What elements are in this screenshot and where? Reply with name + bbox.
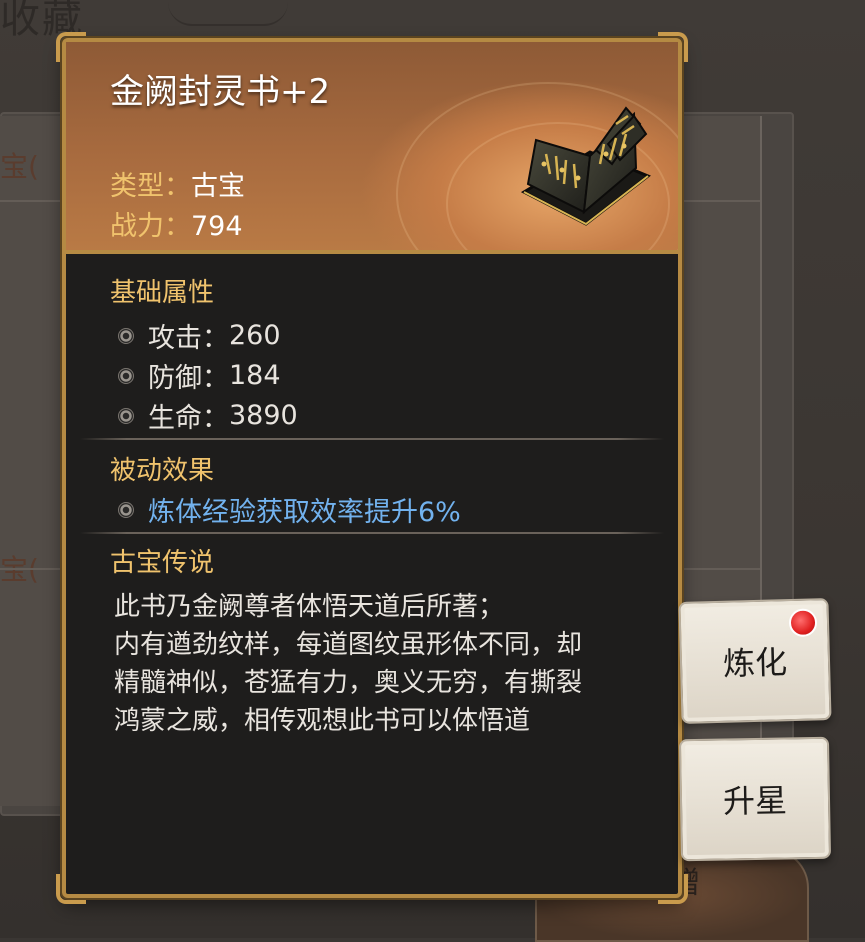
swirl-bullet-icon [118, 501, 134, 518]
stat-row-health: 生命： 3890 [118, 396, 298, 435]
item-tooltip: 金阙封灵书+2 类型：古宝 战力：794 基础属性 攻击： 260 防御： 18… [56, 32, 688, 904]
stat-value: 184 [229, 360, 281, 391]
stat-label: 生命： [148, 403, 229, 434]
ancient-book-icon [520, 106, 651, 226]
item-power: 战力：794 [110, 204, 243, 243]
frame-corner [56, 874, 86, 904]
refine-button[interactable]: 炼化 [678, 598, 832, 724]
title-ornament [168, 2, 288, 26]
refine-button-label: 炼化 [722, 643, 788, 683]
stat-value: 260 [229, 320, 281, 351]
item-type-label: 类型： [110, 171, 191, 202]
item-type: 类型：古宝 [110, 164, 245, 203]
frame-corner [658, 874, 688, 904]
upgrade-star-button-label: 升星 [722, 781, 788, 821]
section-divider [80, 532, 664, 534]
base-stats-title: 基础属性 [110, 278, 215, 308]
lore-text: 此书乃金阙尊者体悟天道后所著； 内有遒劲纹样，每道图纹虽形体不同，却 精髓神似，… [114, 592, 583, 736]
stat-label: 攻击： [148, 323, 229, 354]
swirl-bullet-icon [118, 407, 134, 424]
item-header: 金阙封灵书+2 类型：古宝 战力：794 [66, 42, 678, 254]
item-type-value: 古宝 [191, 171, 245, 202]
section-divider [80, 438, 664, 440]
passive-effect: 炼体经验获取效率提升6% [118, 490, 461, 529]
lore-title: 古宝传说 [110, 548, 215, 578]
swirl-bullet-icon [118, 327, 134, 344]
stat-row-defense: 防御： 184 [118, 356, 281, 395]
background-list-label: 宝( [0, 150, 39, 183]
upgrade-star-button[interactable]: 升星 [678, 736, 832, 862]
item-power-label: 战力： [110, 211, 191, 242]
notification-dot-icon [788, 608, 818, 638]
item-name: 金阙封灵书+2 [110, 72, 331, 112]
stat-row-attack: 攻击： 260 [118, 316, 281, 355]
swirl-bullet-icon [118, 367, 134, 384]
passive-title: 被动效果 [110, 456, 215, 486]
item-power-value: 794 [191, 211, 243, 242]
passive-effect-text: 炼体经验获取效率提升6% [148, 497, 461, 528]
stat-label: 防御： [148, 363, 229, 394]
stat-value: 3890 [229, 400, 298, 431]
